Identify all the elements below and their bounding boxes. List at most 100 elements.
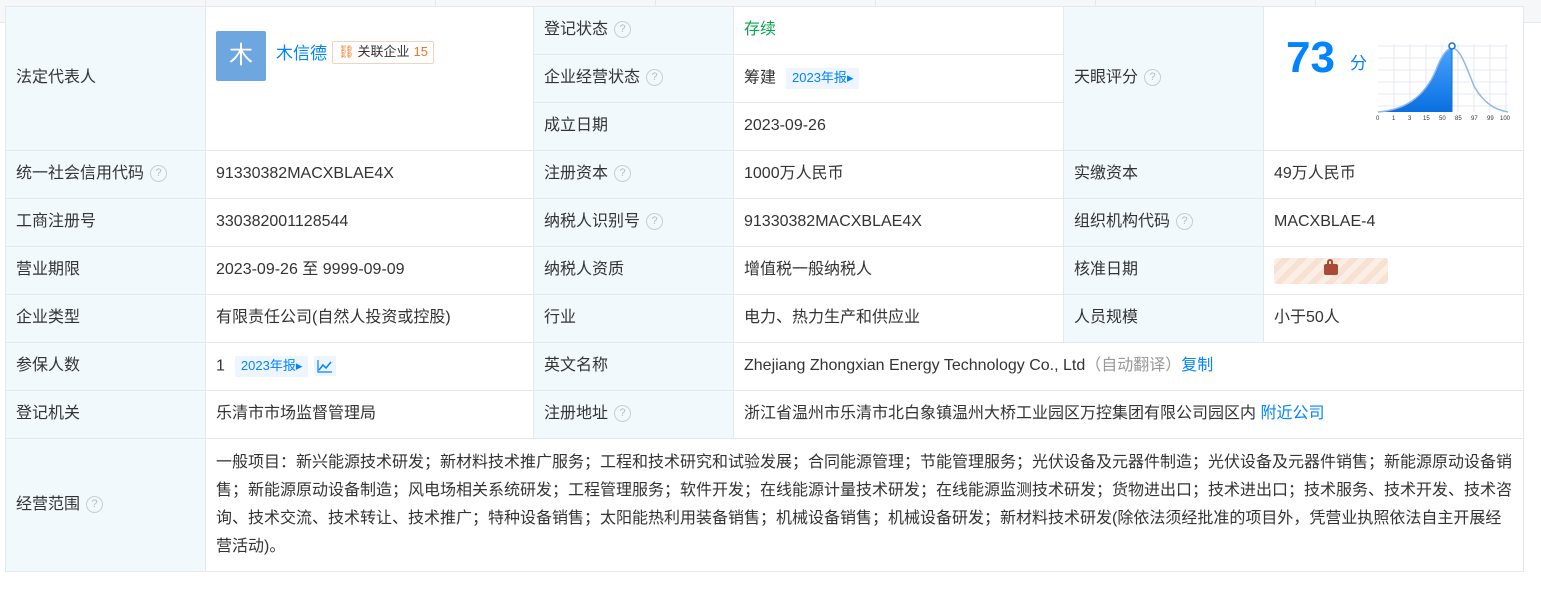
label-type: 企业类型 (5, 294, 206, 343)
insured-cell: 1 2023年报▸ (205, 342, 534, 391)
label-authority: 登记机关 (5, 390, 206, 439)
axis-tick: 15 (1423, 116, 1430, 122)
lock-icon (1324, 258, 1338, 275)
label-address: 注册地址? (533, 390, 734, 439)
reg-no-value: 330382001128544 (216, 213, 349, 231)
biz-status-label: 企业经营状态 (544, 69, 641, 87)
reg-status-cell: 存续 (733, 6, 1064, 55)
english-value: Zhejiang Zhongxian Energy Technology Co.… (744, 357, 1086, 375)
legal-rep-name[interactable]: 木信德 (276, 43, 327, 65)
help-icon[interactable]: ? (86, 495, 104, 513)
rating-distribution-chart: 0 1 3 15 50 85 97 99 100 (1376, 42, 1510, 122)
label-approve-date: 核准日期 (1063, 246, 1264, 295)
annual-report-label: 2023年报 (792, 69, 847, 85)
industry-cell: 电力、热力生产和供应业 (733, 294, 1064, 343)
label-reg-status: 登记状态? (533, 6, 734, 55)
staff-value: 小于50人 (1274, 309, 1340, 327)
label-industry: 行业 (533, 294, 734, 343)
label-reg-capital: 注册资本? (533, 150, 734, 199)
english-label: 英文名称 (544, 357, 609, 375)
axis-tick: 1 (1392, 116, 1396, 122)
type-value: 有限责任公司(自然人投资或控股) (216, 309, 451, 327)
label-paid-capital: 实缴资本 (1063, 150, 1264, 199)
reg-capital-value: 1000万人民币 (744, 165, 844, 183)
help-icon[interactable]: ? (646, 213, 664, 231)
address-value: 浙江省温州市乐清市北白象镇温州大桥工业园区万控集团有限公司园区内 (744, 405, 1257, 423)
scope-cell: 一般项目：新兴能源技术研发；新材料技术推广服务；工程和技术研究和试验发展；合同能… (205, 438, 1524, 572)
help-icon[interactable]: ? (1176, 213, 1194, 231)
locked-value[interactable] (1274, 257, 1388, 284)
related-count: 15 (413, 44, 428, 59)
help-icon[interactable]: ? (1144, 69, 1162, 87)
label-legal-rep: 法定代表人 (5, 6, 206, 151)
est-date-cell: 2023-09-26 (733, 102, 1064, 151)
address-label: 注册地址 (544, 405, 609, 423)
annual-report-tag[interactable]: 2023年报▸ (786, 67, 860, 89)
scope-label: 经营范围 (16, 495, 81, 513)
annual-report-tag[interactable]: 2023年报▸ (234, 355, 309, 377)
industry-value: 电力、热力生产和供应业 (744, 309, 921, 327)
help-icon[interactable]: ? (614, 405, 632, 423)
org-code-label: 组织机构代码 (1074, 213, 1171, 231)
rating-unit: 分 (1350, 54, 1367, 73)
credit-code-cell: 91330382MACXBLAE4X (205, 150, 534, 199)
type-label: 企业类型 (16, 309, 81, 327)
help-icon[interactable]: ? (614, 21, 632, 39)
reg-no-cell: 330382001128544 (205, 198, 534, 247)
rating-score: 73 (1286, 33, 1335, 82)
label-org-code: 组织机构代码? (1063, 198, 1264, 247)
est-date-label: 成立日期 (544, 117, 609, 135)
annual-report-label: 2023年报 (240, 357, 296, 373)
term-cell: 2023-09-26 至 9999-09-09 (205, 246, 534, 295)
approve-date-cell (1263, 246, 1524, 295)
insured-label: 参保人数 (16, 357, 81, 375)
label-term: 营业期限 (5, 246, 206, 295)
label-taxpayer-id: 纳税人识别号? (533, 198, 734, 247)
auto-translate-note: （自动翻译） (1085, 357, 1182, 375)
label-staff: 人员规模 (1063, 294, 1264, 343)
label-taxpayer-qual: 纳税人资质 (533, 246, 734, 295)
reg-capital-cell: 1000万人民币 (733, 150, 1064, 199)
credit-code-value: 91330382MACXBLAE4X (216, 165, 394, 183)
taxpayer-id-label: 纳税人识别号 (544, 213, 641, 231)
label-biz-status: 企业经营状态? (533, 54, 734, 103)
help-icon[interactable]: ? (614, 165, 632, 183)
related-companies-tag[interactable]: ⛓ 关联企业 15 (332, 41, 434, 64)
copy-button[interactable]: 复制 (1181, 357, 1213, 374)
related-label: 关联企业 (357, 44, 410, 59)
taxpayer-qual-cell: 增值税一般纳税人 (733, 246, 1064, 295)
term-label: 营业期限 (16, 261, 81, 279)
avatar[interactable]: 木 (216, 31, 266, 81)
industry-label: 行业 (544, 309, 577, 327)
authority-label: 登记机关 (16, 405, 81, 423)
label-scope: 经营范围? (5, 438, 206, 572)
label-est-date: 成立日期 (533, 102, 734, 151)
business-info-table: 法定代表人 木 木信德 ⛓ 关联企业 15 登记状态? 存续 天眼评分? 73 分 (5, 6, 1524, 572)
nearby-companies-link[interactable]: 附近公司 (1260, 405, 1324, 422)
credit-code-label: 统一社会信用代码 (16, 165, 145, 183)
term-value: 2023-09-26 至 9999-09-09 (216, 261, 405, 279)
taxpayer-id-value: 91330382MACXBLAE4X (744, 213, 922, 231)
legal-rep-label: 法定代表人 (16, 69, 97, 87)
help-icon[interactable]: ? (646, 69, 664, 87)
biz-status-value: 筹建 (744, 69, 777, 87)
rating-cell[interactable]: 73 分 0 1 3 15 50 85 97 99 100 (1263, 6, 1524, 151)
taxpayer-id-cell: 91330382MACXBLAE4X (733, 198, 1064, 247)
reg-status-label: 登记状态 (544, 21, 609, 39)
axis-tick: 99 (1487, 116, 1494, 122)
help-icon[interactable]: ? (150, 165, 168, 183)
axis-tick: 0 (1376, 116, 1380, 122)
axis-tick: 85 (1455, 116, 1462, 122)
english-cell: Zhejiang Zhongxian Energy Technology Co.… (733, 342, 1524, 391)
paid-capital-cell: 49万人民币 (1263, 150, 1524, 199)
trend-chart-icon[interactable] (314, 356, 337, 377)
approve-date-label: 核准日期 (1074, 261, 1139, 279)
insured-value: 1 (216, 357, 225, 375)
rating-marker-dot (1448, 42, 1456, 50)
axis-tick: 50 (1439, 116, 1446, 122)
scope-value: 一般项目：新兴能源技术研发；新材料技术推广服务；工程和技术研究和试验发展；合同能… (216, 454, 1513, 555)
authority-cell: 乐清市市场监督管理局 (205, 390, 534, 439)
label-english: 英文名称 (533, 342, 734, 391)
paid-capital-value: 49万人民币 (1274, 165, 1356, 183)
biz-status-cell: 筹建 2023年报▸ (733, 54, 1064, 103)
